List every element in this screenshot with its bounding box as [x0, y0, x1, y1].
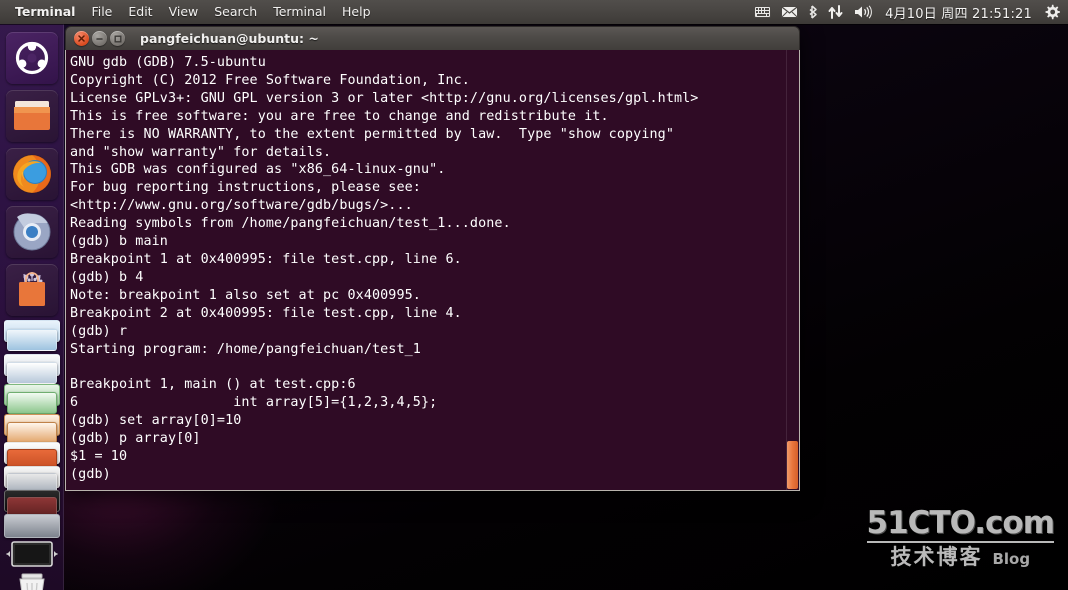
menu-view[interactable]: View [161, 0, 207, 24]
launcher-firefox[interactable] [6, 148, 58, 200]
watermark: 51CTO.com 技术博客 Blog [866, 505, 1055, 569]
mail-icon[interactable] [781, 0, 799, 24]
watermark-chinese: 技术博客 [890, 545, 983, 569]
clock[interactable]: 4月10日 周四 21:51:21 [883, 3, 1034, 22]
unity-launcher [0, 24, 64, 590]
launcher-app-10[interactable] [4, 442, 60, 471]
launcher-libreoffice-impress[interactable] [4, 414, 60, 444]
launcher-libreoffice-calc[interactable] [4, 384, 60, 414]
terminal-output: GNU gdb (GDB) 7.5-ubuntu Copyright (C) 2… [70, 55, 699, 482]
menu-app-name[interactable]: Terminal [7, 0, 83, 24]
volume-icon[interactable] [854, 0, 873, 24]
shopping-bag-icon [19, 272, 45, 306]
menu-help[interactable]: Help [334, 0, 379, 24]
launcher-workspace-switcher[interactable] [6, 540, 58, 570]
launcher-libreoffice-writer[interactable] [4, 354, 60, 384]
launcher-files[interactable] [6, 90, 58, 142]
launcher-app-12[interactable] [4, 490, 60, 519]
terminal-title: pangfeichuan@ubuntu: ~ [140, 31, 319, 46]
menu-bar: Terminal File Edit View Search Terminal … [0, 0, 379, 24]
cloud-icon [4, 514, 60, 538]
workspace-icon [6, 541, 58, 567]
watermark-blog: Blog [992, 550, 1031, 568]
keyboard-icon[interactable] [754, 0, 772, 24]
folder-icon [14, 101, 50, 130]
trash-icon [19, 573, 45, 590]
gear-icon[interactable] [1044, 0, 1060, 24]
menu-file[interactable]: File [83, 0, 120, 24]
launcher-software-center[interactable] [6, 264, 58, 316]
maximize-button[interactable] [110, 31, 125, 46]
bluetooth-icon[interactable] [808, 0, 818, 24]
terminal-window[interactable]: pangfeichuan@ubuntu: ~ GNU gdb (GDB) 7.5… [65, 26, 800, 491]
watermark-site: 51CTO.com [866, 505, 1055, 541]
network-icon[interactable] [828, 0, 844, 24]
menu-search[interactable]: Search [206, 0, 265, 24]
minimize-button[interactable] [92, 31, 107, 46]
terminal-scrollbar[interactable] [786, 50, 799, 490]
watermark-rule [866, 541, 1054, 543]
menu-terminal[interactable]: Terminal [265, 0, 334, 24]
menu-edit[interactable]: Edit [120, 0, 160, 24]
launcher-chromium[interactable] [6, 206, 58, 258]
terminal-titlebar[interactable]: pangfeichuan@ubuntu: ~ [65, 26, 800, 50]
terminal-body[interactable]: GNU gdb (GDB) 7.5-ubuntu Copyright (C) 2… [65, 50, 800, 491]
firefox-icon [12, 154, 52, 194]
terminal-scrollbar-thumb[interactable] [787, 441, 798, 489]
chromium-icon [13, 213, 51, 251]
top-panel: Terminal File Edit View Search Terminal … [0, 0, 1068, 24]
launcher-dash-home[interactable] [6, 32, 58, 84]
system-tray: 4月10日 周四 21:51:21 [754, 0, 1068, 24]
launcher-trash[interactable] [6, 572, 58, 590]
ubuntu-logo-icon [15, 41, 49, 75]
launcher-app-11[interactable] [4, 466, 60, 495]
launcher-ubuntu-one[interactable] [4, 514, 60, 540]
launcher-mysql-workbench[interactable] [4, 320, 60, 354]
close-button[interactable] [74, 31, 89, 46]
